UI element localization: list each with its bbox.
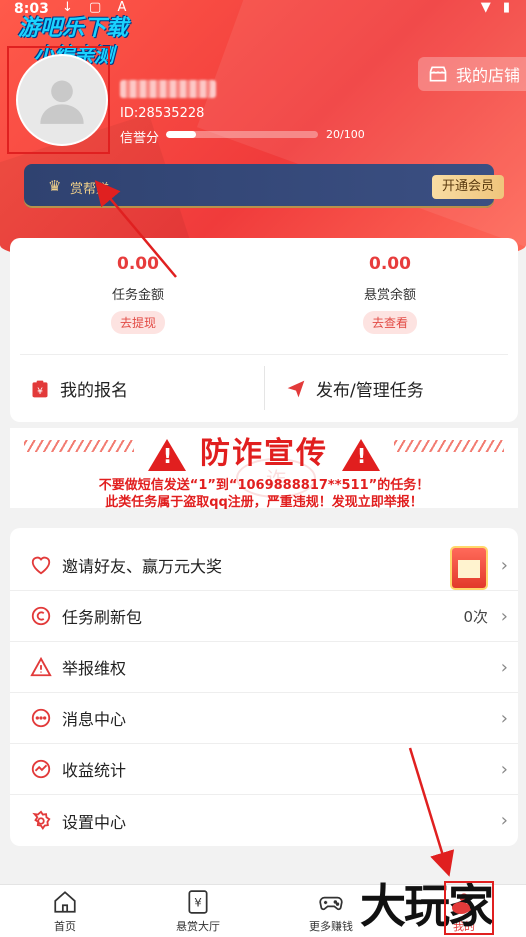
task-balance: 0.00 任务金额 去提现 (38, 254, 238, 334)
anti-fraud-notice: 诈 ! 防诈宣传! 不要做短信发送“1”到“1069888817**511”的任务… (10, 428, 518, 510)
open-membership-button[interactable]: 开通会员 (432, 175, 504, 199)
tab-label: 悬赏大厅 (176, 920, 220, 933)
menu-item-invite-friends[interactable]: 邀请好友、赢万元大奖 › (10, 540, 518, 591)
tab-label: 首页 (54, 920, 76, 933)
menu-item-label: 收益统计 (62, 761, 127, 780)
tab-home[interactable]: 首页 (15, 889, 115, 934)
watermark-line-1: 游吧乐下载 (18, 16, 129, 41)
chevron-right-icon: › (500, 707, 508, 729)
credit-progress-bar (166, 131, 318, 138)
store-icon (429, 66, 447, 82)
view-reward-button[interactable]: 去查看 (362, 311, 417, 334)
svg-text:¥: ¥ (194, 895, 202, 909)
my-shop-label: 我的店铺 (456, 66, 521, 85)
username-blurred (120, 80, 216, 98)
clipboard-yen-icon: ¥ (32, 380, 48, 397)
status-notification-icons: ↓ ▢ A (62, 0, 133, 15)
annotation-box (7, 46, 110, 154)
balance-card: 0.00 任务金额 去提现 0.00 悬赏余额 去查看 ¥ 我的报名 发布/管理… (10, 238, 518, 422)
tab-label: 更多赚钱 (309, 920, 353, 933)
menu-item-settings[interactable]: 设置中心 › (10, 795, 518, 846)
reward-balance-amount: 0.00 (369, 254, 411, 274)
settings-icon (32, 809, 51, 830)
svg-text:¥: ¥ (37, 386, 43, 397)
reward-balance-label: 悬赏余额 (363, 288, 416, 303)
menu-item-messages[interactable]: 消息中心 › (10, 693, 518, 744)
status-system-icons: ▼ ▮ (480, 0, 514, 15)
menu-item-refresh-pack[interactable]: 任务刷新包 0次 › (10, 591, 518, 642)
refresh-coin-icon (31, 606, 51, 626)
annotation-box (444, 881, 494, 935)
publish-manage-tasks-button[interactable]: 发布/管理任务 (286, 376, 424, 401)
chevron-right-icon: › (500, 554, 508, 576)
my-shop-button[interactable]: 我的店铺 (418, 57, 526, 91)
divider (264, 366, 265, 410)
message-icon (31, 708, 51, 728)
user-id: ID:28535228 (120, 106, 205, 121)
credit-progress-fill (166, 131, 197, 138)
menu-item-label: 设置中心 (62, 812, 127, 832)
paper-plane-icon (287, 380, 305, 397)
withdraw-button[interactable]: 去提现 (110, 311, 165, 334)
warning-icon: ! (148, 438, 186, 471)
divider (20, 354, 508, 355)
anti-fraud-title-row: ! 防诈宣传! (10, 428, 518, 472)
vip-name: 赏帮赚 (70, 182, 110, 197)
heart-icon (31, 556, 51, 575)
menu-item-report[interactable]: 举报维权 › (10, 642, 518, 693)
my-registrations-button[interactable]: ¥ 我的报名 (30, 376, 128, 401)
my-registrations-label: 我的报名 (60, 381, 128, 401)
task-balance-amount: 0.00 (117, 254, 159, 274)
credit-label: 信誉分 (120, 131, 160, 146)
menu-item-earnings-stats[interactable]: 收益统计 › (10, 744, 518, 795)
publish-manage-tasks-label: 发布/管理任务 (316, 381, 424, 401)
tab-reward-hall[interactable]: ¥ 悬赏大厅 (148, 889, 248, 934)
chevron-right-icon: › (500, 810, 508, 831)
anti-fraud-line-2: 此类任务属于盗取qq注册，严重违规！发现立即举报！ (105, 495, 423, 510)
menu-item-label: 邀请好友、赢万元大奖 (62, 557, 223, 576)
gamepad-icon (319, 896, 343, 911)
crown-icon: ♛ (48, 177, 62, 195)
menu-item-label: 消息中心 (62, 710, 127, 729)
refresh-count: 0次 (463, 607, 488, 626)
task-balance-label: 任务金额 (111, 288, 164, 303)
credit-value: 20/100 (326, 128, 365, 141)
settings-menu: 邀请好友、赢万元大奖 › 任务刷新包 0次 › 举报维权 › 消息中心 › 收益… (10, 528, 518, 846)
reward-balance: 0.00 悬赏余额 去查看 (290, 254, 490, 334)
chevron-right-icon: › (500, 758, 508, 780)
chevron-right-icon: › (500, 605, 508, 627)
warning-icon: ! (342, 438, 380, 471)
red-envelope-promo-image (452, 548, 486, 588)
menu-item-label: 举报维权 (62, 659, 127, 678)
menu-item-label: 任务刷新包 (62, 608, 143, 627)
chart-icon (31, 759, 51, 779)
anti-fraud-title: 防诈宣传 (200, 436, 328, 471)
warning-icon (30, 656, 52, 677)
status-time: 8:03 (14, 1, 49, 17)
vip-banner[interactable]: ♛ 赏帮赚 开通会员 (24, 164, 504, 208)
yen-document-icon: ¥ (188, 890, 208, 914)
home-icon (54, 891, 76, 913)
chevron-right-icon: › (500, 656, 508, 678)
